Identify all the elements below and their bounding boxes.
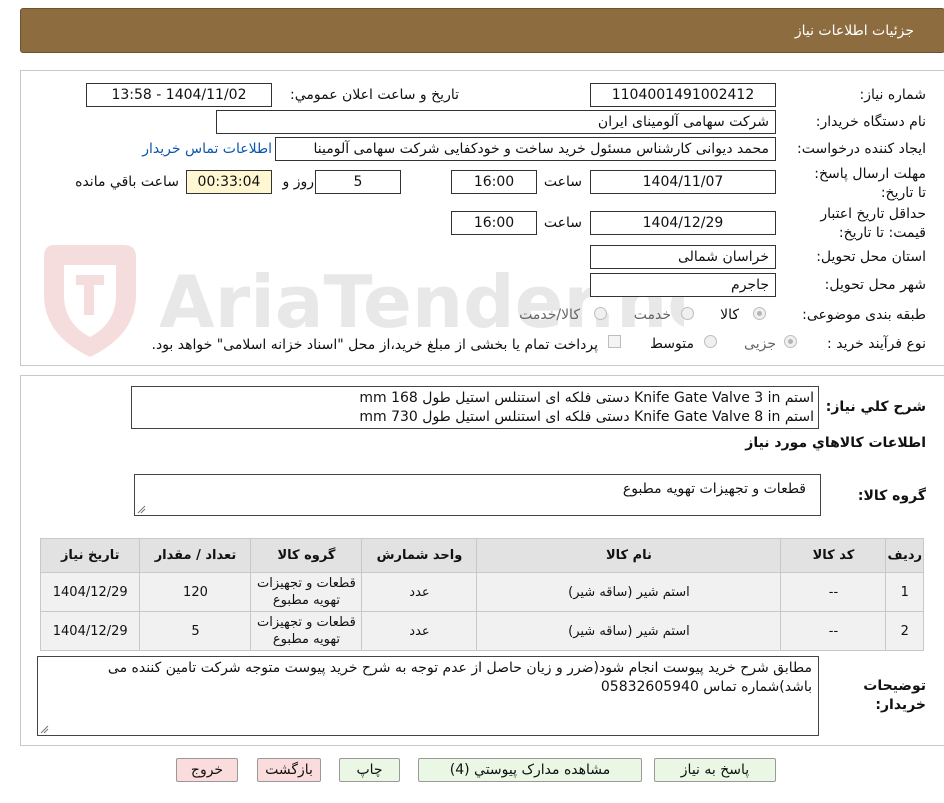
cell-group: قطعات و تجهیزات تهویه مطبوع [250,611,363,651]
cell-unit: عدد [361,572,478,612]
resize-grip-icon[interactable] [40,725,49,734]
category-radio-goods[interactable] [753,307,766,320]
col-unit: واحد شمارش [361,538,478,573]
description-textarea[interactable]: استم Knife Gate Valve 3 in دستی فلکه ای … [131,386,819,429]
days-label: روز و [282,174,315,190]
category-label: طبقه بندی موضوعی: [802,307,926,323]
deadline-time-field: 16:00 [451,170,537,194]
buyer-org-field: شرکت سهامی آلومینای ایران [216,110,776,134]
resize-grip-icon[interactable] [137,505,146,514]
cell-row: 2 [885,611,924,651]
process-label: نوع فرآیند خرید : [827,336,926,352]
table-row[interactable]: 1 -- استم شیر (ساقه شیر) عدد قطعات و تجه… [39,572,924,612]
process-option-medium: متوسط [650,336,694,352]
col-group: گروه کالا [250,538,363,573]
goods-section-title: اطلاعات کالاهاي مورد نیاز [745,435,926,451]
table-row[interactable]: 2 -- استم شیر (ساقه شیر) عدد قطعات و تجه… [39,611,924,651]
buyer-org-label: نام دستگاه خریدار: [815,114,926,130]
remaining-label: ساعت باقي مانده [75,174,179,190]
category-radio-both[interactable] [594,307,607,320]
province-field: خراسان شمالی [590,245,776,269]
buyer-notes-text: مطابق شرح خرید پیوست انجام شود(ضرر و زیا… [107,660,812,695]
print-button[interactable]: چاپ [339,758,400,782]
cell-date: 1404/12/29 [39,572,141,612]
validity-time-label: ساعت [543,215,582,231]
buyer-contact-link[interactable]: اطلاعات تماس خریدار [142,141,272,157]
requester-label: ایجاد کننده درخواست: [797,141,926,157]
announce-field: 1404/11/02 - 13:58 [86,83,272,107]
goods-group-textarea[interactable]: قطعات و تجهیزات تهویه مطبوع [134,474,821,516]
col-date: تاریخ نیاز [39,538,141,573]
cell-qty: 120 [139,572,252,612]
days-field: 5 [315,170,401,194]
announce-label: تاریخ و ساعت اعلان عمومي: [290,87,459,103]
exit-button[interactable]: خروج [176,758,238,782]
cell-name: استم شیر (ساقه شیر) [476,572,782,612]
cell-group: قطعات و تجهیزات تهویه مطبوع [250,572,363,612]
col-name: نام کالا [476,538,782,573]
buyer-notes-label: توضیحات خریدار: [863,678,926,713]
cell-code: -- [780,572,887,612]
page-title: جزئیات اطلاعات نیاز [794,23,914,39]
process-radio-medium[interactable] [704,335,717,348]
deadline-label: مهلت ارسال پاسخ: تا تاریخ: [814,166,926,201]
col-row: ردیف [885,538,924,573]
col-code: کد کالا [780,538,887,573]
requester-field: محمد دیوانی کارشناس مسئول خرید ساخت و خو… [275,137,776,161]
remaining-time-field: 00:33:04 [186,170,272,194]
cell-row: 1 [885,572,924,612]
process-radio-minor[interactable] [784,335,797,348]
goods-table: ردیف کد کالا نام کالا واحد شمارش گروه کا… [39,538,924,651]
need-number-label: شماره نیاز: [859,87,927,103]
treasury-checkbox[interactable] [608,335,621,348]
category-option-goods: کالا [720,307,739,323]
cell-date: 1404/12/29 [39,611,141,651]
buyer-notes-textarea[interactable]: مطابق شرح خرید پیوست انجام شود(ضرر و زیا… [37,656,819,736]
cell-code: -- [780,611,887,651]
description-line-2: استم Knife Gate Valve 8 in دستی فلکه ای … [359,409,814,425]
page-header: جزئیات اطلاعات نیاز [20,8,944,53]
need-number-field: 1104001491002412 [590,83,776,107]
category-option-service: خدمت [633,307,671,323]
validity-label: حداقل تاریخ اعتبار قیمت: تا تاریخ: [820,206,926,241]
attachments-button[interactable]: مشاهده مدارک پیوستي (4) [418,758,642,782]
validity-date-field: 1404/12/29 [590,211,776,235]
cell-name: استم شیر (ساقه شیر) [476,611,782,651]
reply-button[interactable]: پاسخ به نیاز [654,758,776,782]
back-button[interactable]: بازگشت [257,758,321,782]
deadline-date-field: 1404/11/07 [590,170,776,194]
goods-group-label: گروه کالا: [857,488,926,504]
category-radio-service[interactable] [681,307,694,320]
col-qty: تعداد / مقدار [139,538,252,573]
goods-group-value: قطعات و تجهیزات تهویه مطبوع [622,481,806,497]
table-header-row: ردیف کد کالا نام کالا واحد شمارش گروه کا… [39,538,924,573]
city-label: شهر محل تحویل: [824,277,926,293]
deadline-time-label: ساعت [543,174,582,190]
description-line-1: استم Knife Gate Valve 3 in دستی فلکه ای … [359,390,814,406]
validity-time-field: 16:00 [451,211,537,235]
description-label: شرح کلي نیاز: [825,399,926,415]
category-option-both: کالا/خدمت [519,307,580,323]
cell-unit: عدد [361,611,478,651]
payment-note: پرداخت تمام یا بخشی از مبلغ خرید،از محل … [151,337,598,353]
city-field: جاجرم [590,273,776,297]
cell-qty: 5 [139,611,252,651]
process-option-minor: جزیی [744,336,776,352]
province-label: استان محل تحویل: [816,249,926,265]
